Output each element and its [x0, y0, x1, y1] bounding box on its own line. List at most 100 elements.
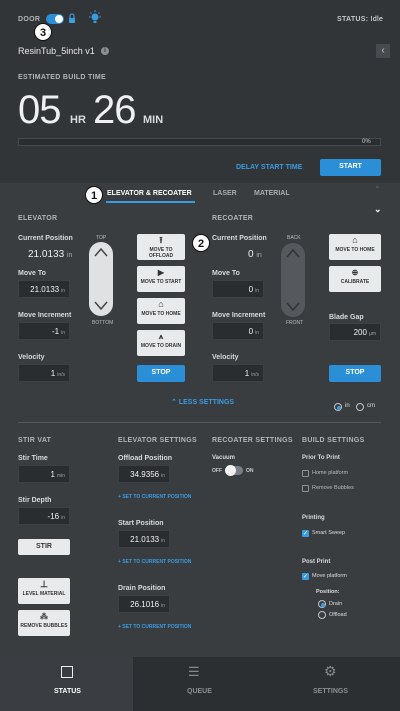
- tab-elevator-recoater[interactable]: ELEVATOR & RECOATER: [107, 190, 192, 197]
- vacuum-off-label: OFF: [212, 468, 222, 474]
- chevron-up-icon: ⌃: [171, 399, 177, 406]
- elevator-move-input[interactable]: 21.0133 in: [18, 280, 70, 298]
- remove-bubbles-label: Remove Bubbles: [312, 485, 354, 491]
- smart-sweep-label: Smart Sweep: [312, 530, 346, 536]
- build-progress-bar: [18, 138, 381, 146]
- estimated-time-label: ESTIMATED BUILD TIME: [18, 74, 106, 81]
- nav-status-label: STATUS: [54, 688, 81, 695]
- offload-icon: ⭱: [159, 235, 163, 245]
- elevator-move-label: Move To: [18, 270, 46, 277]
- home-platform-checkbox[interactable]: [302, 470, 309, 477]
- status-label: STATUS: Idle: [337, 16, 384, 23]
- elevator-stop-button[interactable]: STOP: [137, 365, 185, 382]
- tab-material[interactable]: MATERIAL: [254, 190, 290, 197]
- door-toggle[interactable]: [46, 14, 64, 24]
- recoater-stop-button[interactable]: STOP: [329, 365, 381, 382]
- queue-icon[interactable]: ☰: [188, 664, 200, 680]
- info-icon[interactable]: i: [101, 47, 109, 55]
- elevator-current-label: Current Position: [18, 235, 73, 242]
- set-drain-current-link[interactable]: + SET TO CURRENT POSITION: [118, 624, 191, 630]
- gear-icon[interactable]: ⚙: [324, 663, 337, 680]
- unit-cm-label: cm: [367, 403, 375, 409]
- vacuum-toggle[interactable]: [225, 465, 243, 476]
- remove-bubbles-button[interactable]: ⁂ REMOVE BUBBLES: [18, 610, 70, 636]
- offload-radio[interactable]: [318, 611, 326, 619]
- active-tab-underline: [106, 201, 195, 203]
- level-material-button[interactable]: ⊥ LEVEL MATERIAL: [18, 578, 70, 604]
- move-to-offload-button[interactable]: ⭱ MOVE TO OFFLOAD: [137, 234, 185, 260]
- recoater-velocity-label: Velocity: [212, 354, 239, 361]
- minutes-unit: MIN: [143, 114, 164, 126]
- offload-position-input[interactable]: 34.9356 in: [118, 465, 170, 483]
- tab-laser[interactable]: LASER: [213, 190, 237, 197]
- recoater-move-input[interactable]: 0 in: [212, 280, 264, 298]
- elevator-increment-input[interactable]: -1 in: [18, 322, 70, 340]
- offload-position-label: Offload Position: [118, 455, 173, 462]
- recoater-move-to-home-button[interactable]: ⌂ MOVE TO HOME: [329, 234, 381, 260]
- stir-depth-label: Stir Depth: [18, 497, 52, 504]
- move-platform-checkbox[interactable]: ✓: [302, 573, 309, 580]
- start-button[interactable]: START: [320, 159, 381, 176]
- elevator-settings-title: ELEVATOR SETTINGS: [118, 437, 197, 444]
- position-label: Position:: [316, 589, 340, 595]
- elevator-jog-slider[interactable]: [89, 242, 113, 316]
- elevator-velocity-input[interactable]: 1 in/s: [18, 364, 70, 382]
- nav-settings-label[interactable]: SETTINGS: [313, 688, 348, 695]
- remove-bubbles-checkbox[interactable]: [302, 485, 309, 492]
- calibrate-button[interactable]: ⊕ CALIBRATE: [329, 266, 381, 292]
- unit-in-radio[interactable]: [334, 403, 342, 411]
- vacuum-label: Vacuum: [212, 455, 236, 461]
- unit-in-label: in: [345, 403, 350, 409]
- target-icon: ⊕: [351, 268, 359, 277]
- elevator-move-to-home-button[interactable]: ⌂ MOVE TO HOME: [137, 298, 185, 324]
- light-bulb-icon[interactable]: [88, 10, 102, 26]
- move-to-start-button[interactable]: ▶ MOVE TO START: [137, 266, 185, 292]
- recoater-jog-slider[interactable]: [281, 243, 305, 317]
- drain-radio-label: Drain: [329, 601, 343, 607]
- drain-position-input[interactable]: 26.1016 in: [118, 595, 170, 613]
- build-settings-title: BUILD SETTINGS: [302, 437, 365, 444]
- set-start-current-link[interactable]: + SET TO CURRENT POSITION: [118, 559, 191, 565]
- move-to-drain-button[interactable]: ⩚ MOVE TO DRAIN: [137, 330, 185, 356]
- stir-button[interactable]: STIR: [18, 539, 70, 555]
- printing-label: Printing: [302, 515, 325, 521]
- recoater-title: RECOATER: [212, 215, 254, 222]
- start-position-label: Start Position: [118, 520, 164, 527]
- chevron-down-icon[interactable]: ⌄: [374, 204, 382, 215]
- elevator-velocity-label: Velocity: [18, 354, 45, 361]
- annotation-badge: 3: [34, 23, 52, 41]
- bubbles-icon: ⁂: [40, 612, 48, 621]
- smart-sweep-checkbox[interactable]: ✓: [302, 530, 309, 537]
- annotation-badge: 1: [85, 186, 103, 204]
- stir-time-input[interactable]: 1 min: [18, 465, 70, 483]
- elevator-title: ELEVATOR: [18, 215, 58, 222]
- blade-gap-input[interactable]: 200 µm: [329, 323, 381, 341]
- recoater-current-label: Current Position: [212, 235, 267, 242]
- stir-depth-input[interactable]: -16 in: [18, 507, 70, 525]
- recoater-velocity-input[interactable]: 1 in/s: [212, 364, 264, 382]
- start-position-input[interactable]: 21.0133 in: [118, 530, 170, 548]
- drain-position-label: Drain Position: [118, 585, 166, 592]
- stir-time-label: Stir Time: [18, 455, 48, 462]
- less-settings-link[interactable]: ⌃ LESS SETTINGS: [171, 398, 234, 406]
- recoater-front-label: FRONT: [286, 320, 304, 326]
- move-platform-label: Move platform: [312, 573, 347, 579]
- blade-gap-label: Blade Gap: [329, 314, 364, 321]
- elevator-top-label: TOP: [96, 235, 107, 241]
- door-label: DOOR: [18, 16, 41, 23]
- recoater-increment-label: Move Increment: [212, 312, 266, 319]
- unit-cm-radio[interactable]: [356, 403, 364, 411]
- recoater-increment-input[interactable]: 0 in: [212, 322, 264, 340]
- minutes-value: 26: [93, 88, 136, 132]
- nav-queue-label[interactable]: QUEUE: [187, 688, 212, 695]
- collapse-button[interactable]: ‹: [376, 44, 390, 58]
- hours-unit: HR: [70, 114, 86, 126]
- offload-radio-label: Offload: [329, 612, 347, 618]
- level-icon: ⊥: [40, 579, 48, 589]
- chevron-up-icon[interactable]: ⌃: [374, 185, 381, 194]
- delay-start-button[interactable]: DELAY START TIME: [236, 164, 302, 171]
- stir-vat-title: STIR VAT: [18, 437, 52, 444]
- set-offload-current-link[interactable]: + SET TO CURRENT POSITION: [118, 494, 191, 500]
- elevator-increment-label: Move Increment: [18, 312, 72, 319]
- drain-radio[interactable]: [318, 600, 326, 608]
